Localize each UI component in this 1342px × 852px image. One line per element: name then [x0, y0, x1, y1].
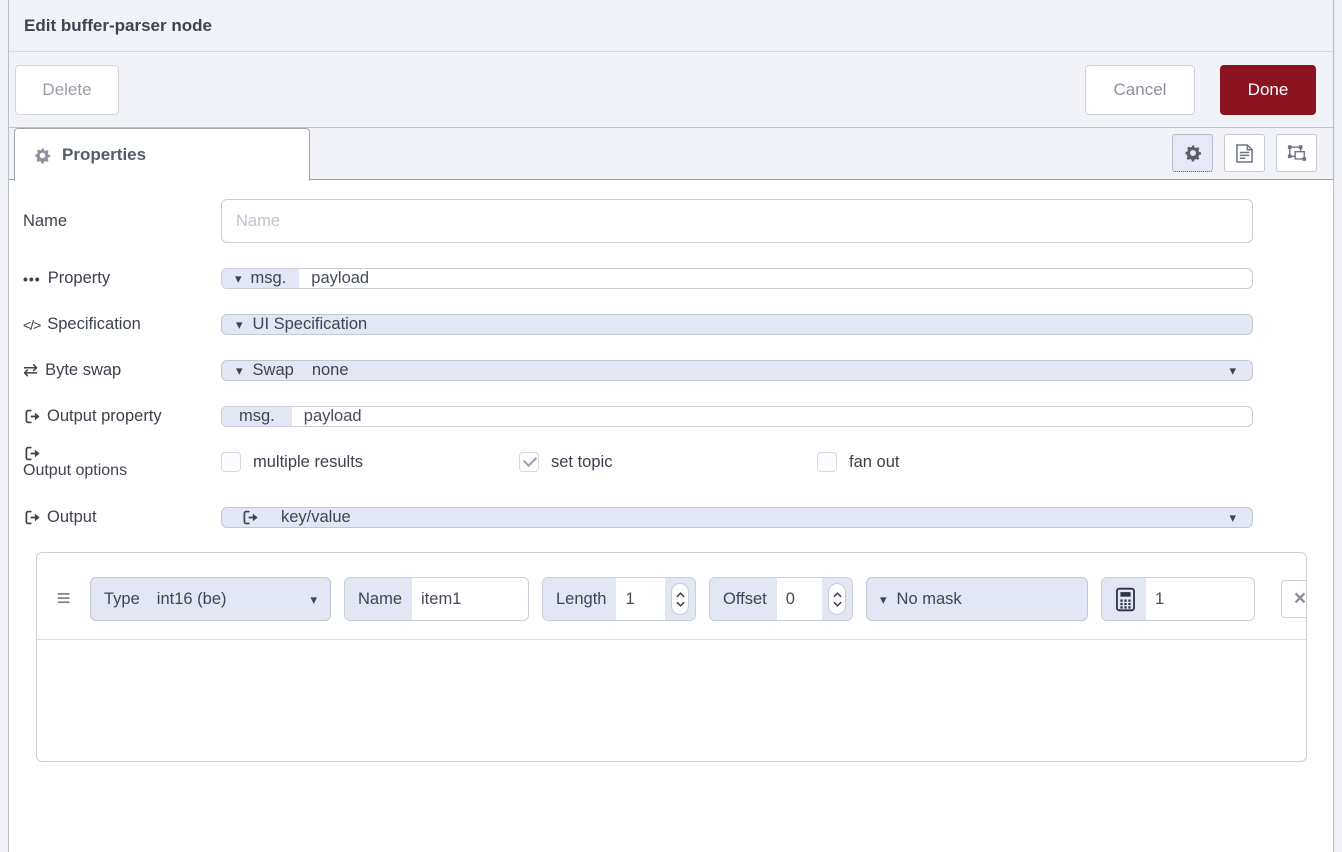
ellipsis-icon: •••: [23, 271, 41, 287]
item-type-label: Type: [104, 590, 140, 609]
appearance-icon: [1287, 144, 1307, 163]
edit-node-tray: Edit buffer-parser node Delete Cancel Do…: [8, 0, 1334, 852]
item-type-value: int16 (be): [157, 590, 227, 609]
tab-tools: [1172, 134, 1317, 172]
caret-down-icon: ▾: [1229, 511, 1236, 524]
item-length-input[interactable]: 1: [616, 578, 665, 620]
properties-tool-button[interactable]: [1172, 134, 1213, 172]
output-value: key/value: [281, 508, 351, 527]
chevron-down-icon: [833, 601, 842, 607]
item-offset-field: Offset 0: [709, 577, 853, 621]
tray-toolbar: Delete Cancel Done: [9, 52, 1333, 128]
output-property-value-input[interactable]: payload: [292, 407, 374, 426]
caret-down-icon: ▾: [1229, 364, 1236, 377]
option-set-topic: set topic: [519, 452, 817, 472]
sign-out-icon: [23, 509, 40, 526]
remove-item-button[interactable]: ×: [1281, 580, 1307, 618]
length-spinner[interactable]: [665, 578, 695, 620]
caret-down-icon: ▾: [235, 272, 242, 285]
row-byte-swap: ⇄ Byte swap ▾ Swap none ▾: [23, 360, 1333, 381]
set-topic-checkbox[interactable]: [519, 452, 539, 472]
byte-swap-prefix: Swap: [253, 361, 294, 380]
output-property-type-label: msg.: [239, 407, 275, 426]
dialog-title: Edit buffer-parser node: [24, 16, 212, 36]
property-type-button[interactable]: ▾ msg.: [222, 269, 299, 288]
output-property-label: Output property: [23, 407, 221, 426]
gear-icon: [34, 147, 51, 164]
item-scale-input[interactable]: 1: [1146, 578, 1254, 620]
property-type-label: msg.: [251, 269, 287, 288]
item-length-field: Length 1: [542, 577, 696, 621]
name-input[interactable]: [221, 199, 1253, 243]
item-mask-value: No mask: [897, 590, 962, 609]
sign-out-icon: [23, 445, 221, 462]
gear-icon: [1184, 144, 1202, 162]
item-row: ≡ Type int16 (be) ▾ Name item1 Length 1: [37, 553, 1306, 640]
item-scale-field: 1: [1101, 577, 1255, 621]
output-property-typedinput: msg. payload: [221, 406, 1253, 427]
item-name-input[interactable]: item1: [412, 578, 528, 620]
fan-out-checkbox[interactable]: [817, 452, 837, 472]
item-type-select[interactable]: Type int16 (be) ▾: [90, 577, 331, 621]
multiple-results-checkbox[interactable]: [221, 452, 241, 472]
caret-down-icon: ▾: [880, 593, 887, 606]
sign-out-icon: [241, 509, 258, 526]
offset-spinner[interactable]: [822, 578, 852, 620]
chevron-down-icon: [676, 601, 685, 607]
sign-out-icon: [23, 408, 40, 425]
output-property-type-button[interactable]: msg.: [222, 407, 292, 426]
items-list: ≡ Type int16 (be) ▾ Name item1 Length 1: [36, 552, 1307, 762]
specification-label: </> Specification: [23, 315, 221, 334]
property-value-input[interactable]: payload: [299, 269, 381, 288]
close-icon: ×: [1294, 587, 1306, 611]
row-specification: </> Specification ▾ UI Specification: [23, 314, 1333, 335]
properties-panel: Name ••• Property ▾ msg. payload: [9, 180, 1333, 762]
caret-down-icon: ▾: [310, 593, 317, 606]
tab-properties[interactable]: Properties: [14, 128, 310, 181]
name-label: Name: [23, 212, 221, 231]
item-name-field: Name item1: [344, 577, 529, 621]
output-options-label: Output options: [23, 445, 221, 480]
output-label: Output: [23, 508, 221, 527]
item-offset-input[interactable]: 0: [777, 578, 822, 620]
row-name: Name: [23, 199, 1333, 243]
code-icon: </>: [23, 317, 40, 333]
appearance-tool-button[interactable]: [1276, 134, 1317, 172]
item-offset-label: Offset: [710, 578, 777, 620]
option-fan-out: fan out: [817, 452, 1115, 472]
description-tool-button[interactable]: [1224, 134, 1265, 172]
row-output-property: Output property msg. payload: [23, 406, 1333, 427]
drag-handle-icon[interactable]: ≡: [50, 585, 77, 613]
property-typedinput: ▾ msg. payload: [221, 268, 1253, 289]
tab-bar: Properties: [9, 128, 1333, 180]
output-select[interactable]: key/value ▾: [221, 507, 1253, 528]
byte-swap-select[interactable]: ▾ Swap none ▾: [221, 360, 1253, 381]
row-property: ••• Property ▾ msg. payload: [23, 268, 1333, 289]
caret-down-icon: ▾: [236, 318, 243, 331]
row-output-options: Output options multiple results set topi…: [23, 452, 1333, 472]
item-length-label: Length: [543, 578, 616, 620]
chevron-up-icon: [676, 592, 685, 598]
caret-down-icon: ▾: [236, 364, 243, 377]
document-icon: [1236, 144, 1253, 163]
row-output: Output key/value ▾: [23, 507, 1333, 528]
byte-swap-value: none: [312, 361, 349, 380]
tray-header: Edit buffer-parser node: [9, 0, 1333, 52]
cancel-button[interactable]: Cancel: [1085, 65, 1195, 115]
byte-swap-label: ⇄ Byte swap: [23, 360, 221, 381]
specification-select[interactable]: ▾ UI Specification: [221, 314, 1253, 335]
tab-properties-label: Properties: [62, 145, 146, 165]
chevron-up-icon: [833, 592, 842, 598]
property-label: ••• Property: [23, 269, 221, 288]
swap-arrows-icon: ⇄: [23, 360, 38, 381]
delete-button[interactable]: Delete: [15, 65, 119, 115]
item-name-label: Name: [345, 578, 412, 620]
done-button[interactable]: Done: [1220, 65, 1316, 115]
option-multiple-results: multiple results: [221, 452, 519, 472]
calculator-icon: [1102, 578, 1146, 620]
specification-value: UI Specification: [253, 315, 368, 334]
item-mask-select[interactable]: ▾ No mask: [866, 577, 1088, 621]
